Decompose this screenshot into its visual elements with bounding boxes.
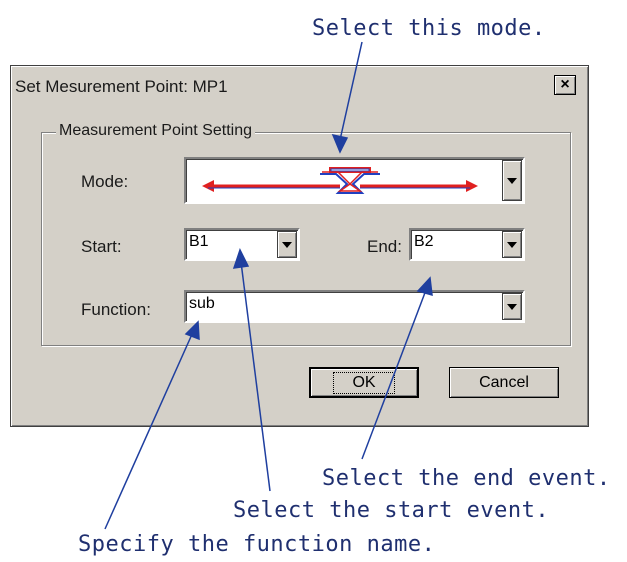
annotation-select-start: Select the start event. bbox=[233, 498, 550, 523]
arrow-to-function bbox=[104, 331, 194, 530]
arrowhead-function-icon bbox=[184, 320, 200, 341]
arrowhead-mode-icon bbox=[331, 133, 349, 154]
arrowhead-start-icon bbox=[232, 248, 250, 269]
arrow-to-end bbox=[361, 289, 427, 460]
annotation-function-name: Specify the function name. bbox=[78, 532, 436, 557]
annotation-select-end: Select the end event. bbox=[322, 466, 611, 491]
arrow-to-mode bbox=[339, 41, 363, 141]
arrow-to-start bbox=[240, 261, 271, 492]
arrowhead-end-icon bbox=[416, 276, 433, 297]
